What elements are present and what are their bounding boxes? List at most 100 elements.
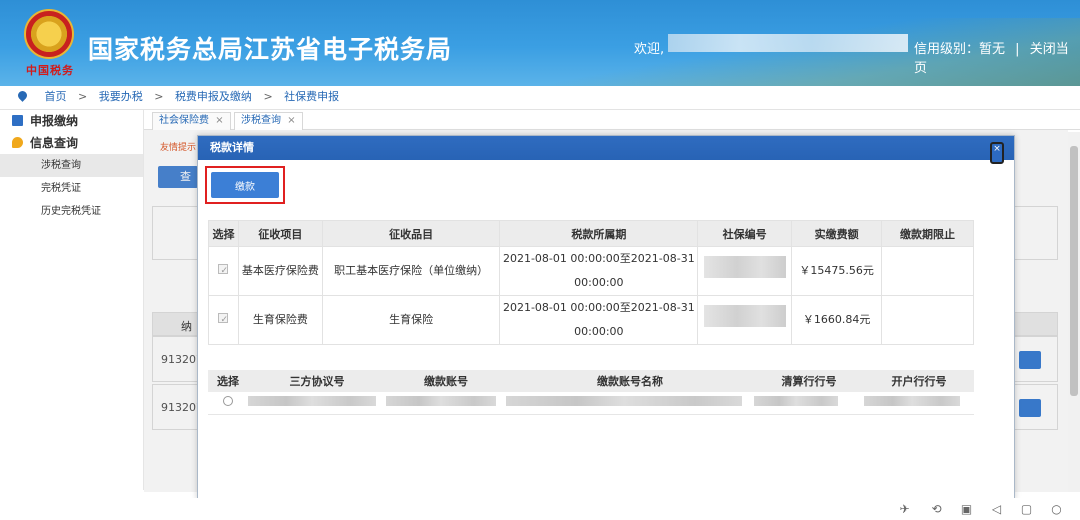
tax-period: 2021-08-01 00:00:00至2021-08-31 00:00:00	[499, 295, 699, 345]
levy-item: 生育保险费	[237, 295, 323, 345]
clearing-bank-no	[754, 392, 864, 415]
pay-button[interactable]: 缴款	[211, 172, 279, 198]
modal-title: 税款详情	[198, 136, 1014, 160]
col-account-name: 缴款账号名称	[506, 370, 754, 392]
bottom-toolbar: ✈ ⟲ ▣ ◁ ▢ ○	[0, 498, 1080, 520]
payment-account-table: 选择 三方协议号 缴款账号 缴款账号名称 清算行行号 开户行行号	[208, 370, 974, 415]
table-header-row: 选择 三方协议号 缴款账号 缴款账号名称 清算行行号 开户行行号	[208, 370, 974, 392]
welcome-text: 欢迎,	[634, 42, 665, 57]
close-icon[interactable]: ×	[990, 142, 1004, 164]
page-scrollbar[interactable]	[1068, 132, 1080, 492]
sidebar-item-history-certificate[interactable]: 历史完税凭证	[0, 200, 143, 223]
social-security-no-blurred	[703, 255, 786, 278]
levy-subitem: 职工基本医疗保险（单位缴纳）	[321, 246, 501, 296]
report-icon	[12, 115, 23, 126]
trash-icon[interactable]: ▣	[960, 503, 973, 516]
col-agreement-no: 三方协议号	[248, 370, 386, 392]
tab-tax-query[interactable]: 涉税查询 ×	[234, 112, 303, 130]
col-tax-period: 税款所属期	[499, 220, 699, 247]
sidebar-item-tax-query[interactable]: 涉税查询	[0, 154, 143, 177]
col-levy-subitem: 征收品目	[321, 220, 501, 247]
col-levy-item: 征收项目	[237, 220, 323, 247]
top-links: 信用级别：暂无 | 关闭当页	[914, 38, 1080, 76]
username-blurred	[668, 34, 908, 52]
col-account-no: 缴款账号	[386, 370, 506, 392]
col-select: 选择	[208, 220, 239, 247]
agreement-no	[248, 392, 386, 415]
social-security-no-blurred	[703, 304, 786, 327]
breadcrumb-home[interactable]: 首页	[45, 90, 67, 103]
national-emblem-icon	[24, 9, 74, 59]
tax-detail-table: 选择 征收项目 征收品目 税款所属期 社保编号 实缴费额 缴款期限止 基本医疗保…	[208, 220, 974, 345]
tab-close-icon[interactable]: ×	[287, 115, 295, 126]
row-select-cell	[208, 295, 239, 345]
scrollbar-thumb[interactable]	[1070, 146, 1078, 396]
tab-social-insurance[interactable]: 社会保险费 ×	[152, 112, 231, 130]
sidebar-group-filing[interactable]: 申报缴纳	[0, 110, 143, 132]
amount: ￥1660.84元	[791, 295, 883, 345]
sidebar-group-info-query[interactable]: 信息查询	[0, 132, 143, 154]
pay-button-highlight: 缴款	[205, 166, 285, 204]
site-header: 中国税务 国家税务总局江苏省电子税务局 欢迎, 信用级别：暂无 | 关闭当页	[0, 0, 1080, 86]
account-radio[interactable]	[223, 396, 233, 407]
account-name-blurred	[506, 396, 742, 407]
col-clearing-bank-no: 清算行行号	[754, 370, 864, 392]
tab-label: 社会保险费	[159, 115, 209, 126]
table-header-row: 选择 征收项目 征收品目 税款所属期 社保编号 实缴费额 缴款期限止	[208, 220, 974, 247]
chat-icon	[12, 137, 23, 148]
social-security-no	[697, 295, 793, 345]
tax-period-line1: 2021-08-01 00:00:00至2021-08-31	[502, 301, 695, 314]
breadcrumb-sep: >	[154, 90, 164, 103]
copy-icon[interactable]: ▢	[1020, 503, 1033, 516]
table-row: 基本医疗保险费 职工基本医疗保险（单位缴纳） 2021-08-01 00:00:…	[208, 246, 974, 296]
sidebar-item-tax-certificate[interactable]: 完税凭证	[0, 177, 143, 200]
tab-close-icon[interactable]: ×	[215, 115, 223, 126]
emblem-text: 中国税务	[26, 64, 74, 77]
table-row	[208, 392, 974, 415]
row-select-cell	[208, 246, 239, 296]
account-name	[506, 392, 754, 415]
table-row: 生育保险费 生育保险 2021-08-01 00:00:00至2021-08-3…	[208, 295, 974, 345]
agreement-no-blurred	[248, 396, 376, 407]
sidebar-group-label: 申报缴纳	[30, 114, 79, 128]
location-pin-icon	[16, 89, 29, 102]
breadcrumb-tax-filing[interactable]: 税费申报及缴纳	[175, 90, 252, 103]
tab-bar: 社会保险费 × 涉税查询 ×	[144, 110, 1080, 130]
levy-subitem: 生育保险	[321, 295, 501, 345]
search-icon[interactable]: ○	[1050, 503, 1063, 516]
link-divider: |	[1015, 42, 1020, 57]
col-deadline: 缴款期限止	[881, 220, 974, 247]
opening-bank-no-blurred	[864, 396, 960, 407]
refresh-icon[interactable]: ⟲	[930, 503, 943, 516]
col-select: 选择	[208, 370, 248, 392]
credit-level: 信用级别：暂无	[914, 42, 1006, 57]
tax-period-line2: 00:00:00	[574, 325, 624, 338]
clearing-bank-no-blurred	[754, 396, 838, 407]
amount: ￥15475.56元	[791, 246, 883, 296]
row-checkbox[interactable]	[218, 259, 229, 283]
tax-period-line2: 00:00:00	[574, 276, 624, 289]
col-social-security-no: 社保编号	[697, 220, 793, 247]
tax-detail-modal: 税款详情 × 缴款 选择 征收项目 征收品目 税款所属期 社保编号 实缴费额 缴…	[197, 135, 1015, 500]
tab-label: 涉税查询	[241, 115, 281, 126]
breadcrumb-sep: >	[263, 90, 273, 103]
tax-period-line1: 2021-08-01 00:00:00至2021-08-31	[502, 252, 695, 265]
sidebar: 申报缴纳 信息查询 涉税查询 完税凭证 历史完税凭证	[0, 110, 144, 490]
deadline	[881, 295, 974, 345]
social-security-no	[697, 246, 793, 296]
breadcrumb-sep: >	[78, 90, 88, 103]
row-checkbox[interactable]	[218, 308, 229, 332]
deadline	[881, 246, 974, 296]
col-opening-bank-no: 开户行行号	[864, 370, 974, 392]
sidebar-group-label: 信息查询	[30, 136, 79, 150]
tax-period: 2021-08-01 00:00:00至2021-08-31 00:00:00	[499, 246, 699, 296]
account-no	[386, 392, 506, 415]
row-select-cell	[208, 392, 248, 415]
account-no-blurred	[386, 396, 496, 407]
rocket-icon[interactable]: ✈	[898, 503, 911, 516]
opening-bank-no	[864, 392, 974, 415]
breadcrumb-my-tax[interactable]: 我要办税	[99, 90, 143, 103]
breadcrumb: 首页 > 我要办税 > 税费申报及缴纳 > 社保费申报	[0, 86, 1080, 110]
sound-icon[interactable]: ◁	[990, 503, 1003, 516]
breadcrumb-social-security[interactable]: 社保费申报	[284, 90, 339, 103]
